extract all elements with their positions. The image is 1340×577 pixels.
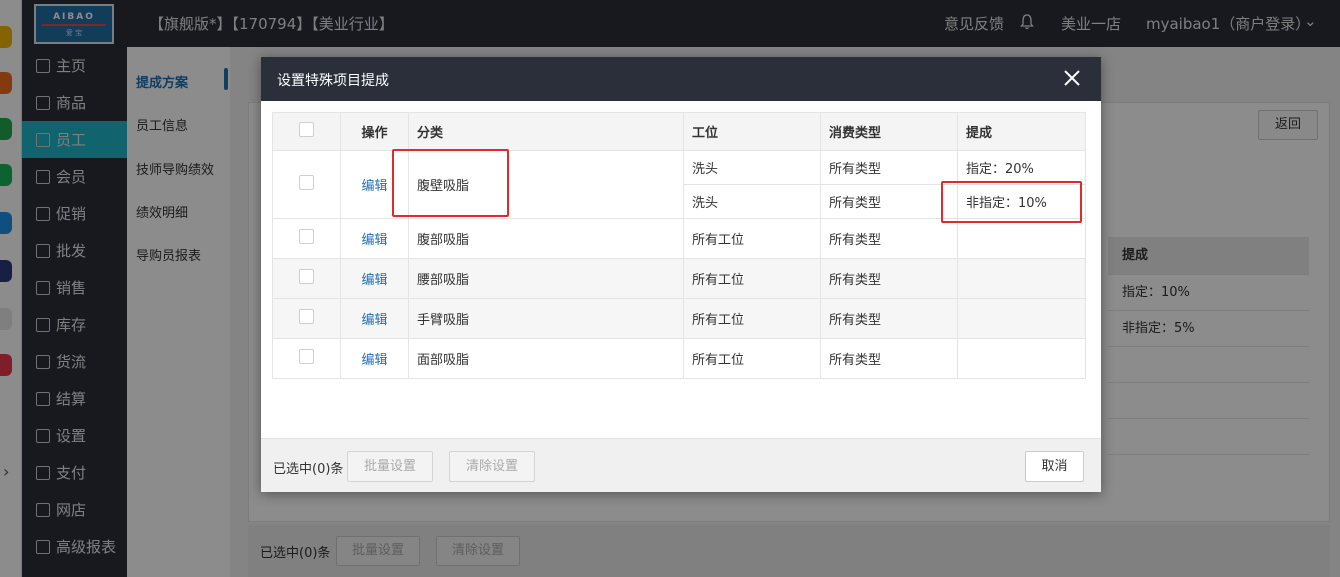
edit-link[interactable]: 编辑 bbox=[361, 273, 387, 288]
table-row: 编辑 腰部吸脂 所有工位 所有类型 bbox=[272, 258, 1086, 299]
category-cell: 腹壁吸脂 bbox=[408, 150, 684, 219]
selected-count: 已选中(0)条 bbox=[273, 462, 344, 477]
column-header-station: 工位 bbox=[683, 112, 821, 151]
cancel-button[interactable]: 取消 bbox=[1025, 451, 1084, 482]
edit-link[interactable]: 编辑 bbox=[361, 313, 387, 328]
close-icon[interactable] bbox=[1061, 67, 1083, 89]
commission-cell bbox=[957, 338, 1086, 379]
header-checkbox-cell bbox=[272, 112, 341, 151]
checkbox-cell bbox=[272, 150, 341, 219]
edit-link[interactable]: 编辑 bbox=[361, 179, 387, 194]
row-checkbox[interactable] bbox=[299, 269, 314, 284]
consume-type-cell: 所有类型 bbox=[820, 218, 958, 259]
consume-type-cell: 所有类型 bbox=[820, 298, 958, 339]
table-row: 编辑 腹部吸脂 所有工位 所有类型 bbox=[272, 218, 1086, 259]
checkbox-cell bbox=[272, 338, 341, 379]
column-header-category: 分类 bbox=[408, 112, 684, 151]
row-checkbox[interactable] bbox=[299, 175, 314, 190]
category-cell: 手臂吸脂 bbox=[408, 298, 684, 339]
edit-link[interactable]: 编辑 bbox=[361, 233, 387, 248]
table-row: 编辑 腹壁吸脂 洗头 所有类型 指定：20% bbox=[272, 150, 1086, 219]
row-checkbox[interactable] bbox=[299, 309, 314, 324]
clear-setting-button[interactable]: 清除设置 bbox=[449, 451, 535, 482]
column-header-action: 操作 bbox=[340, 112, 409, 151]
commission-cell bbox=[957, 258, 1086, 299]
category-cell: 面部吸脂 bbox=[408, 338, 684, 379]
batch-set-button[interactable]: 批量设置 bbox=[347, 451, 433, 482]
station-cell: 所有工位 bbox=[683, 338, 821, 379]
checkbox-cell bbox=[272, 258, 341, 299]
commission-cell: 指定：20% bbox=[957, 150, 1086, 185]
station-cell: 洗头 bbox=[683, 184, 821, 219]
checkbox-cell bbox=[272, 218, 341, 259]
station-cell: 所有工位 bbox=[683, 258, 821, 299]
select-all-checkbox[interactable] bbox=[299, 122, 314, 137]
consume-type-cell: 所有类型 bbox=[820, 258, 958, 299]
commission-table: 操作 分类 工位 消费类型 提成 编辑 腹壁吸脂 洗头 所有类型 指定：20% bbox=[272, 112, 1086, 379]
modal-body: 操作 分类 工位 消费类型 提成 编辑 腹壁吸脂 洗头 所有类型 指定：20% bbox=[261, 101, 1101, 438]
action-cell: 编辑 bbox=[340, 150, 409, 219]
commission-cell bbox=[957, 218, 1086, 259]
commission-cell bbox=[957, 298, 1086, 339]
action-cell: 编辑 bbox=[340, 338, 409, 379]
table-row: 编辑 手臂吸脂 所有工位 所有类型 bbox=[272, 298, 1086, 339]
checkbox-cell bbox=[272, 298, 341, 339]
action-cell: 编辑 bbox=[340, 258, 409, 299]
column-header-commission: 提成 bbox=[957, 112, 1086, 151]
modal-header: 设置特殊项目提成 bbox=[261, 57, 1101, 101]
station-cell: 洗头 bbox=[683, 150, 821, 185]
column-header-consume-type: 消费类型 bbox=[820, 112, 958, 151]
consume-type-cell: 所有类型 bbox=[820, 184, 958, 219]
modal-title: 设置特殊项目提成 bbox=[277, 73, 389, 89]
table-row: 编辑 面部吸脂 所有工位 所有类型 bbox=[272, 338, 1086, 379]
consume-type-cell: 所有类型 bbox=[820, 338, 958, 379]
consume-type-cell: 所有类型 bbox=[820, 150, 958, 185]
action-cell: 编辑 bbox=[340, 218, 409, 259]
row-checkbox[interactable] bbox=[299, 229, 314, 244]
row-checkbox[interactable] bbox=[299, 349, 314, 364]
modal-footer: 已选中(0)条 批量设置 清除设置 取消 bbox=[261, 438, 1101, 492]
station-cell: 所有工位 bbox=[683, 218, 821, 259]
commission-cell: 非指定：10% bbox=[957, 184, 1086, 219]
action-cell: 编辑 bbox=[340, 298, 409, 339]
special-commission-modal: 设置特殊项目提成 操作 分类 工位 消费类型 提成 编辑 腹壁吸脂 洗头 所有类… bbox=[261, 57, 1101, 492]
category-cell: 腰部吸脂 bbox=[408, 258, 684, 299]
category-cell: 腹部吸脂 bbox=[408, 218, 684, 259]
edit-link[interactable]: 编辑 bbox=[361, 353, 387, 368]
station-cell: 所有工位 bbox=[683, 298, 821, 339]
